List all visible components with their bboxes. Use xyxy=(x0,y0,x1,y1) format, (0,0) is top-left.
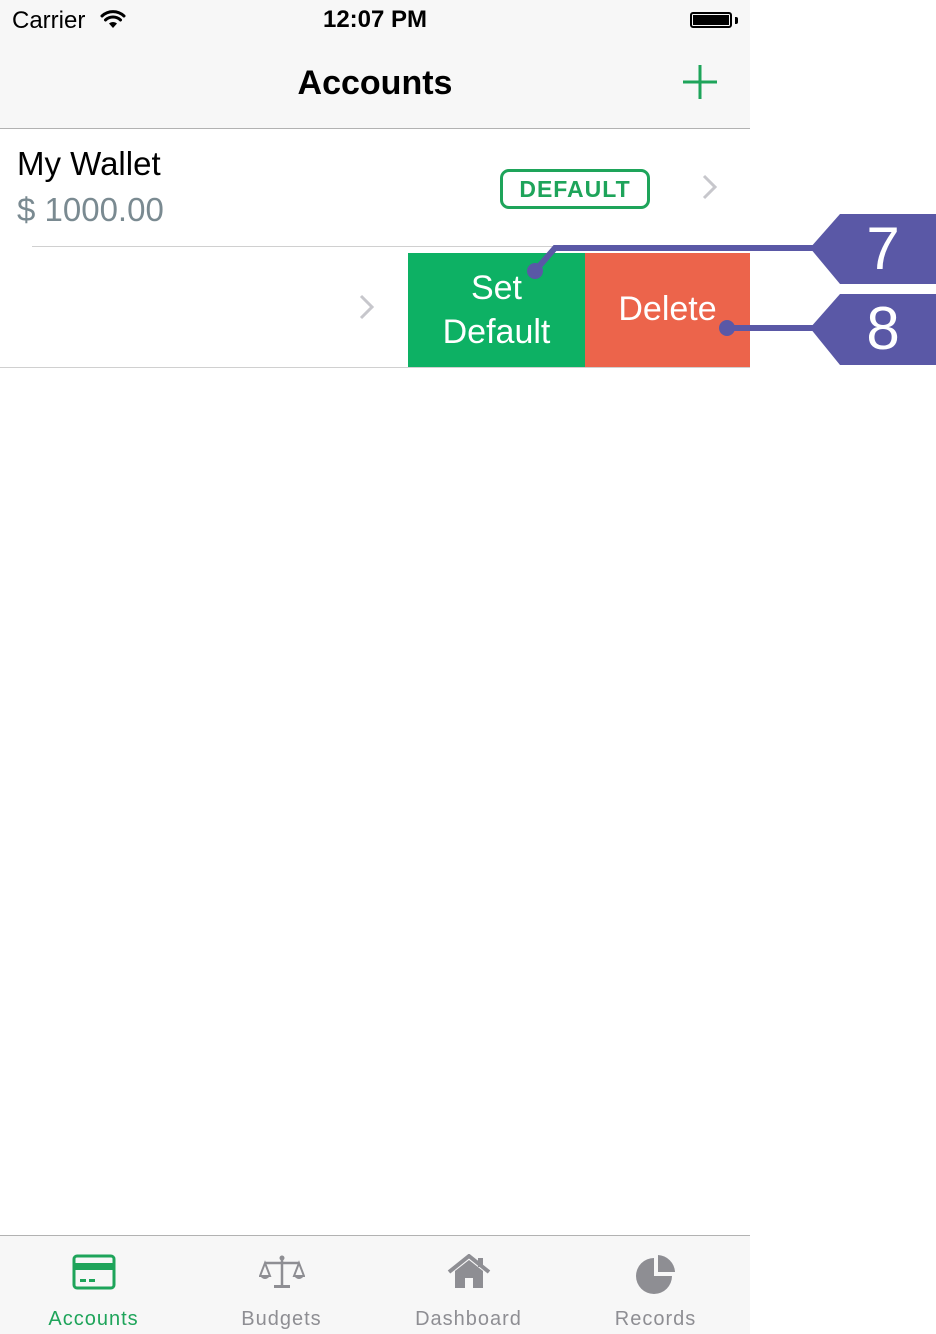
callout-number: 8 xyxy=(866,295,900,362)
navigation-bar: Accounts xyxy=(0,40,750,129)
callout-number: 7 xyxy=(866,215,900,282)
tab-label: Records xyxy=(614,1308,697,1330)
pie-chart-icon xyxy=(635,1255,675,1294)
scale-icon xyxy=(258,1255,305,1288)
battery-tip xyxy=(735,17,738,24)
chevron-right-icon xyxy=(359,294,375,320)
clock: 12:07 PM xyxy=(322,6,428,33)
set-default-label: Set Default xyxy=(442,269,551,351)
tab-budgets[interactable]: Budgets xyxy=(188,1236,375,1334)
row-divider xyxy=(0,367,750,368)
account-name: My Wallet xyxy=(17,145,161,182)
delete-button[interactable]: Delete xyxy=(585,253,750,367)
battery-icon xyxy=(690,12,732,28)
tab-dashboard[interactable]: Dashboard xyxy=(375,1236,562,1334)
status-bar: Carrier 12:07 PM xyxy=(0,0,750,40)
tab-label: Budgets xyxy=(241,1308,322,1330)
credit-card-icon xyxy=(72,1254,115,1290)
page-title: Accounts xyxy=(297,64,453,102)
account-balance: $ 1000.00 xyxy=(17,191,164,228)
tab-label: Accounts xyxy=(48,1308,139,1330)
home-icon xyxy=(447,1254,490,1288)
account-row[interactable]: My Wallet $ 1000.00 DEFAULT xyxy=(0,129,750,247)
tab-accounts[interactable]: Accounts xyxy=(0,1236,187,1334)
phone-screen: Carrier 12:07 PM Accounts My Wallet $ 10… xyxy=(0,0,750,1334)
tab-label: Dashboard xyxy=(415,1308,522,1330)
delete-label: Delete xyxy=(618,289,717,328)
default-badge: DEFAULT xyxy=(500,169,650,209)
plus-icon[interactable] xyxy=(680,62,720,102)
tab-bar: Accounts Budgets Dashboard Records xyxy=(0,1235,750,1334)
tab-records[interactable]: Records xyxy=(562,1236,749,1334)
chevron-right-icon xyxy=(702,174,718,200)
set-default-button[interactable]: Set Default xyxy=(408,253,585,367)
swiped-account-row[interactable]: Set Default Delete xyxy=(0,247,750,367)
